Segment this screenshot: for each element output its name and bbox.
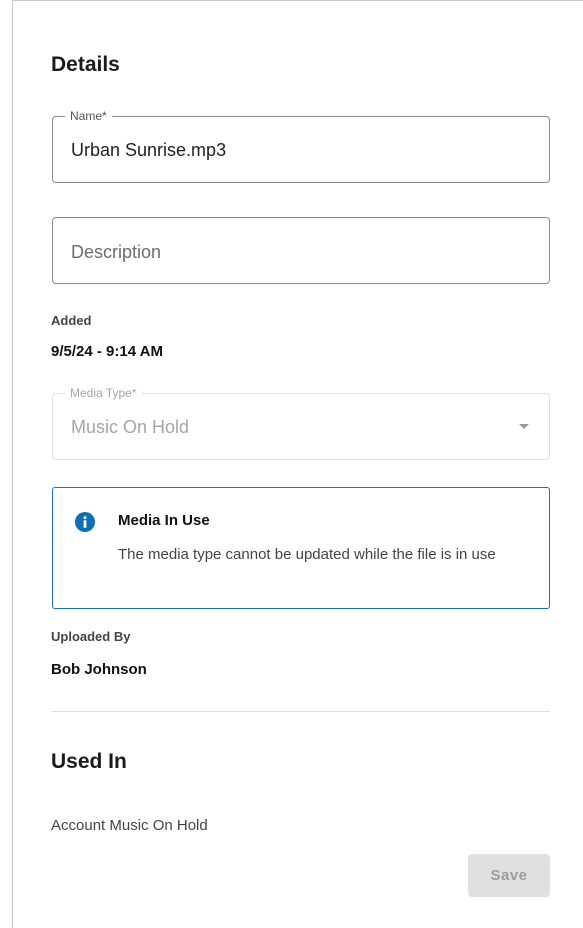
used-in-item: Account Music On Hold [51,817,208,834]
info-icon [75,512,95,532]
details-heading: Details [51,53,120,76]
name-field-label: Name* [65,109,112,123]
description-field[interactable]: Description [52,217,550,284]
uploaded-by-value: Bob Johnson [51,661,147,678]
media-in-use-alert: Media In Use The media type cannot be up… [52,487,550,609]
media-type-select: Media Type* Music On Hold [52,386,550,460]
description-placeholder[interactable]: Description [71,241,161,263]
alert-title: Media In Use [118,512,210,529]
added-value: 9/5/24 - 9:14 AM [51,343,163,360]
chevron-down-icon [519,424,529,429]
media-type-value: Music On Hold [71,417,190,437]
name-field[interactable]: Name* Urban Sunrise.mp3 [52,109,550,183]
added-label: Added [51,313,92,328]
save-button[interactable]: Save [468,854,550,897]
alert-message: The media type cannot be updated while t… [118,546,496,563]
used-in-heading: Used In [51,750,127,773]
uploaded-by-label: Uploaded By [51,629,131,644]
section-divider [52,711,550,712]
name-field-value[interactable]: Urban Sunrise.mp3 [71,139,226,161]
media-type-label: Media Type* [65,386,142,400]
